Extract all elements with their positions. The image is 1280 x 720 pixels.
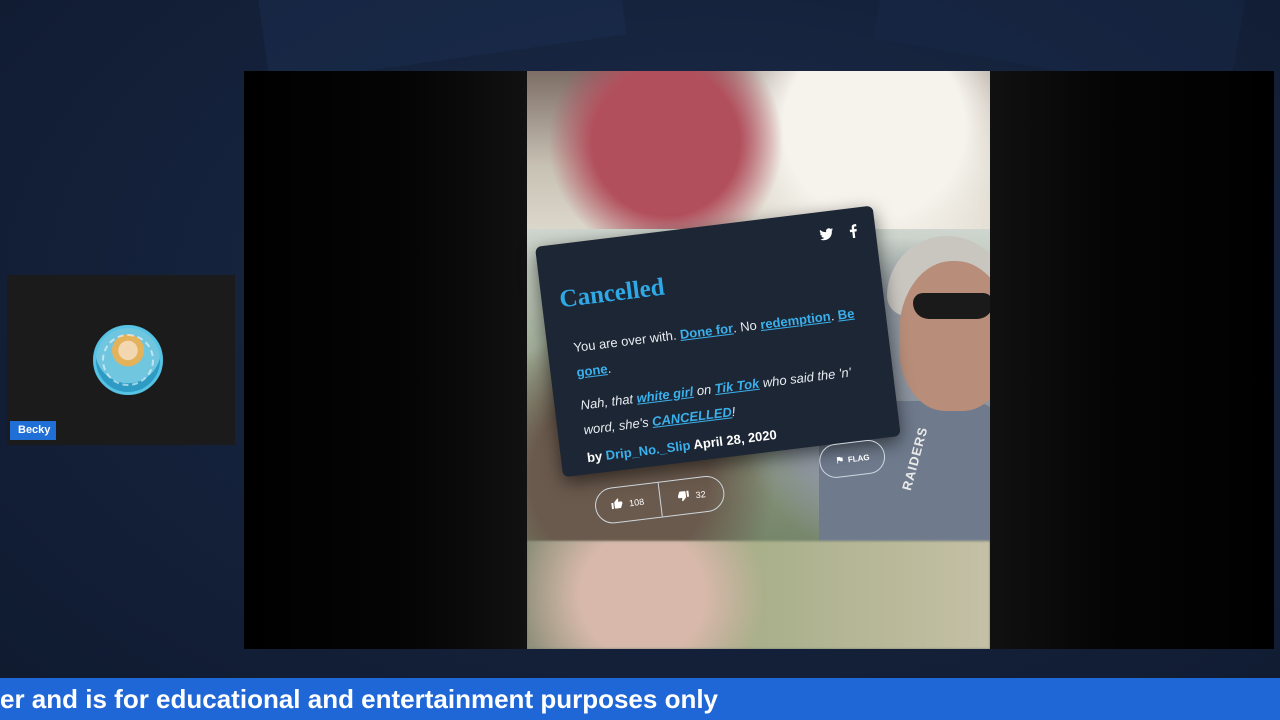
share-buttons <box>819 224 859 246</box>
definition-text-part: You are over with. <box>572 327 681 355</box>
facebook-icon[interactable] <box>849 224 859 242</box>
link-cancelled[interactable]: CANCELLED <box>651 404 732 429</box>
letterbox-right <box>990 71 1274 649</box>
post-date: April 28, 2020 <box>692 427 778 453</box>
upvote-button[interactable]: 108 <box>595 492 660 515</box>
definition-title: Cancelled <box>557 273 667 314</box>
flag-icon <box>834 454 844 466</box>
upvote-count: 108 <box>628 496 645 509</box>
link-tik-tok[interactable]: Tik Tok <box>714 376 760 396</box>
letterbox-left <box>244 71 527 649</box>
downvote-count: 32 <box>695 489 707 501</box>
example-text-part: Nah, that <box>579 390 638 413</box>
example-text-part: ! <box>730 403 737 420</box>
person-face <box>899 261 990 411</box>
video-blur-bottom <box>527 541 990 649</box>
video-blur-top <box>527 71 990 229</box>
definition-card: Cancelled You are over with. Done for. N… <box>535 205 901 526</box>
definition-text-part: . <box>606 360 612 377</box>
news-ticker: er and is for educational and entertainm… <box>0 678 1280 720</box>
participant-avatar <box>93 325 163 395</box>
author-link[interactable]: Drip_No._Slip <box>605 438 691 463</box>
link-done-for[interactable]: Done for <box>679 321 734 342</box>
flag-label: FLAG <box>847 452 871 464</box>
twitter-icon[interactable] <box>819 227 835 246</box>
participant-name-tag: Becky <box>10 421 57 440</box>
participant-tile[interactable]: Becky <box>7 275 235 445</box>
thumbs-up-icon <box>610 497 624 513</box>
ticker-text: er and is for educational and entertainm… <box>0 684 719 714</box>
shared-screen: RAIDERS Cancelled You are over with. Don… <box>244 71 1274 649</box>
sunglasses <box>913 293 990 319</box>
downvote-button[interactable]: 32 <box>659 484 724 507</box>
link-redemption[interactable]: redemption <box>759 309 831 333</box>
author-prefix: by <box>586 447 607 466</box>
definition-text-part: . No <box>732 317 762 336</box>
thumbs-down-icon <box>677 489 691 505</box>
avatar-ring <box>102 334 154 386</box>
link-white-girl[interactable]: white girl <box>636 384 694 406</box>
example-text-part: on <box>692 381 716 399</box>
